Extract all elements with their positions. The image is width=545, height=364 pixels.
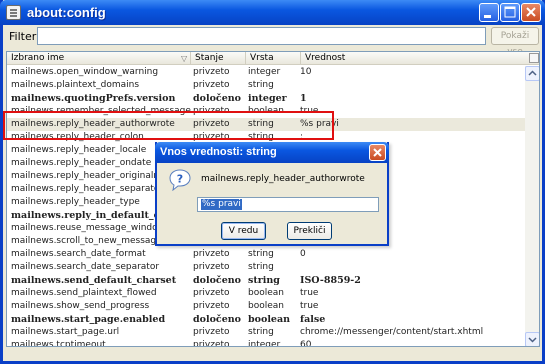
table-row[interactable]: mailnews.send_default_charset določeno str… [7, 274, 527, 287]
column-header-value-label: Vrednost [305, 53, 346, 63]
pref-value: 0 [300, 249, 306, 259]
table-row[interactable]: mailnews.open_window_warning privzeto inte… [7, 66, 527, 79]
pref-type: string [248, 327, 274, 337]
pref-state: privzeto [193, 262, 230, 272]
pref-value: 60 [300, 340, 312, 347]
pref-state: privzeto [193, 67, 230, 77]
table-row[interactable]: mailnews.send_plaintext_flowed privzeto bo… [7, 287, 527, 300]
maximize-button[interactable] [500, 3, 520, 22]
dialog-title: Vnos vrednosti: string [160, 146, 277, 158]
table-row[interactable]: mailnews.search_date_format privzeto strin… [7, 248, 527, 261]
maximize-icon [504, 6, 516, 18]
table-row[interactable]: mailnews.tcptimeout privzeto integer 60 [7, 339, 527, 347]
pref-name: mailnews.start_page.enabled [11, 314, 166, 325]
show-all-button[interactable]: Pokaži vse [491, 27, 539, 57]
pref-value: false [300, 314, 326, 325]
sort-indicator-icon: ▽ [181, 54, 188, 63]
pref-state: določeno [193, 93, 241, 104]
chevron-down-icon [528, 337, 537, 343]
table-row[interactable]: mailnews.start_page.url privzeto string chr… [7, 326, 527, 339]
value-input-text: %s pravi [201, 199, 242, 210]
filter-row: Filter: Pokaži vse [3, 27, 542, 57]
pref-type: string [248, 275, 280, 286]
pref-type: integer [248, 93, 287, 104]
column-header-state[interactable]: Stanje [191, 52, 246, 65]
pref-value: true [300, 301, 319, 311]
pref-name: mailnews.send_default_charset [11, 275, 177, 286]
pref-value: ISO-8859-2 [300, 275, 361, 286]
table-row[interactable]: mailnews.start_page.enabled določeno boole… [7, 313, 527, 326]
pref-name: mailnews.show_send_progress [11, 301, 150, 311]
pref-type: string [248, 249, 274, 259]
minimize-button[interactable] [479, 3, 499, 22]
minimize-icon [484, 15, 491, 18]
pref-state: privzeto [193, 340, 230, 347]
column-header-state-label: Stanje [195, 53, 224, 63]
scroll-down-button[interactable] [525, 332, 539, 346]
document-icon [6, 5, 21, 20]
pref-value: 10 [300, 67, 312, 77]
column-picker-icon[interactable] [529, 53, 539, 63]
pref-type: boolean [248, 301, 284, 311]
vertical-scrollbar[interactable] [525, 66, 539, 346]
pref-type: boolean [248, 314, 291, 325]
pref-state: privzeto [193, 249, 230, 259]
close-icon [373, 148, 382, 157]
column-header-type[interactable]: Vrsta [246, 52, 301, 65]
filter-label: Filter: [9, 30, 40, 43]
column-header-value[interactable]: Vrednost [301, 52, 527, 65]
pref-state: privzeto [193, 288, 230, 298]
dialog-message: mailnews.reply_header_authorwrote [201, 174, 365, 184]
pref-type: integer [248, 67, 281, 77]
pref-type: string [248, 262, 274, 272]
table-row[interactable]: mailnews.quotingPrefs.version določeno int… [7, 92, 527, 105]
pref-type: integer [248, 340, 281, 347]
pref-name: mailnews.open_window_warning [11, 67, 159, 77]
pref-value: 1 [300, 93, 307, 104]
close-button[interactable] [521, 3, 541, 22]
ok-button[interactable]: V redu [221, 222, 266, 240]
dialog-close-button[interactable] [369, 144, 386, 161]
pref-state: privzeto [193, 80, 230, 90]
cancel-button[interactable]: Prekliči [287, 222, 332, 240]
value-input[interactable]: %s pravi [197, 197, 379, 212]
pref-value: chrome://messenger/content/start.xhtml [300, 327, 484, 337]
table-row[interactable]: mailnews.plaintext_domains privzeto string [7, 79, 527, 92]
title-bar[interactable]: about:config [0, 0, 545, 25]
window-title: about:config [27, 5, 106, 20]
pref-state: privzeto [193, 327, 230, 337]
pref-state: določeno [193, 314, 241, 325]
pref-state: določeno [193, 275, 241, 286]
column-header-type-label: Vrsta [250, 53, 274, 63]
svg-text:?: ? [177, 173, 183, 186]
pref-name: mailnews.plaintext_domains [11, 80, 140, 90]
table-row[interactable]: mailnews.show_send_progress privzeto boole… [7, 300, 527, 313]
pref-type: boolean [248, 288, 284, 298]
pref-name: mailnews.search_date_format [11, 249, 146, 259]
chevron-up-icon [528, 70, 537, 76]
filter-input[interactable] [37, 27, 486, 45]
tree-header: Izbrano ime ▽ Stanje Vrsta Vrednost [7, 52, 539, 65]
scroll-up-button[interactable] [525, 66, 539, 81]
pref-name: mailnews.search_date_separator [11, 262, 160, 272]
pref-name: mailnews.tcptimeout [11, 340, 106, 347]
question-icon: ? [169, 169, 191, 191]
pref-name: mailnews.quotingPrefs.version [11, 93, 176, 104]
close-icon [526, 7, 536, 17]
pref-state: privzeto [193, 301, 230, 311]
dialog-title-bar[interactable]: Vnos vrednosti: string [155, 142, 389, 163]
table-row[interactable]: mailnews.search_date_separator privzeto st… [7, 261, 527, 274]
column-header-name[interactable]: Izbrano ime [7, 52, 191, 65]
pref-name: mailnews.start_page.url [11, 327, 120, 337]
highlight-box [3, 111, 334, 140]
pref-type: string [248, 80, 274, 90]
edit-value-dialog: Vnos vrednosti: string ? mailnews.reply_… [155, 142, 389, 246]
column-header-name-label: Izbrano ime [11, 53, 65, 63]
pref-name: mailnews.send_plaintext_flowed [11, 288, 157, 298]
pref-value: true [300, 288, 319, 298]
